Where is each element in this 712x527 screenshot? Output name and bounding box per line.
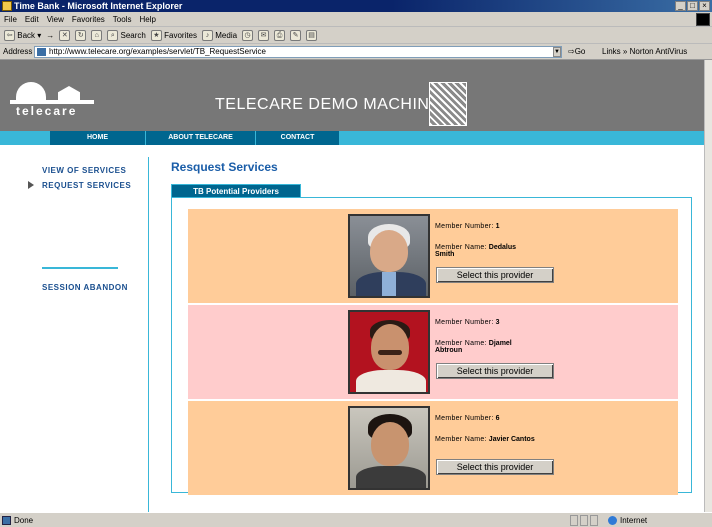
member-name: Dedalus [488, 244, 517, 251]
search-button[interactable]: ⌕ Search [107, 27, 146, 44]
sidebar-item-session-abandon[interactable]: SESSION ABANDON [42, 283, 128, 292]
status-pane [570, 515, 578, 526]
norton-antivirus-button[interactable]: Norton AntiVirus [630, 47, 688, 56]
nav-home[interactable]: HOME [50, 131, 146, 145]
mail-icon[interactable]: ✉ [258, 30, 270, 41]
site-title: TELECARE DEMO MACHINE [215, 96, 441, 113]
sidebar: VIEW OF SERVICES REQUEST SERVICES SESSIO… [0, 145, 149, 512]
current-item-arrow-icon [28, 181, 34, 189]
menu-help[interactable]: Help [139, 12, 155, 27]
provider-info: Member Number: 6 Member Name: Javier Can… [435, 415, 535, 443]
go-button[interactable]: ⇨Go [568, 44, 585, 60]
links-toolbar[interactable]: Links » Norton AntiVirus [602, 44, 687, 60]
maximize-button[interactable]: □ [687, 1, 698, 11]
favorites-button[interactable]: ★ Favorites [150, 27, 197, 44]
member-name-line2: Abtroun [435, 347, 463, 354]
provider-info: Member Number: 3 Member Name: Djamel Abtr… [435, 319, 512, 354]
member-name: Djamel [488, 340, 512, 347]
refresh-icon[interactable]: ↻ [75, 30, 87, 41]
standard-toolbar: ⇦ Back ▾ → ✕ ↻ ⌂ ⌕ Search ★ Favorites ♪ … [0, 27, 712, 44]
tab-potential-providers[interactable]: TB Potential Providers [171, 184, 301, 198]
sidebar-item-view-of-services[interactable]: VIEW OF SERVICES [42, 166, 126, 175]
internet-zone-icon [608, 516, 617, 525]
windows-logo-icon [696, 13, 710, 26]
logo-house-shape [58, 86, 80, 100]
provider-card: Member Number: 1 Member Name: Dedalus Smi… [188, 209, 678, 303]
provider-photo [348, 310, 430, 394]
window-title: Time Bank - Microsoft Internet Explorer [14, 1, 183, 11]
menu-bar: File Edit View Favorites Tools Help [0, 12, 712, 27]
telecare-logo[interactable]: telecare [10, 80, 106, 126]
address-url: http://www.telecare.org/examples/servlet… [49, 47, 266, 56]
site-nav: HOME ABOUT TELECARE CONTACT [0, 131, 704, 145]
window-controls: _ □ × [675, 1, 710, 11]
status-bar: Done Internet [0, 512, 712, 527]
nav-about-telecare[interactable]: ABOUT TELECARE [146, 131, 256, 145]
home-icon[interactable]: ⌂ [91, 30, 103, 41]
logo-cloud-shape [16, 82, 46, 100]
status-pane [590, 515, 598, 526]
select-provider-button[interactable]: Select this provider [436, 363, 554, 379]
status-panes [570, 515, 598, 526]
provider-photo [348, 406, 430, 490]
menu-tools[interactable]: Tools [113, 12, 132, 27]
nav-contact[interactable]: CONTACT [256, 131, 340, 145]
menu-favorites[interactable]: Favorites [72, 12, 105, 27]
stop-icon[interactable]: ✕ [59, 30, 71, 41]
minimize-button[interactable]: _ [675, 1, 686, 11]
sidebar-divider [42, 267, 118, 269]
address-bar: Address http://www.telecare.org/examples… [0, 44, 712, 60]
discuss-icon[interactable]: ▤ [306, 30, 318, 41]
print-icon[interactable]: ⎙ [274, 30, 286, 41]
search-icon: ⌕ [107, 30, 119, 42]
sidebar-item-request-services[interactable]: REQUEST SERVICES [42, 181, 131, 190]
page-title: Resquest Services [171, 160, 278, 174]
page-viewport: telecare TELECARE DEMO MACHINE HOME ABOU… [0, 60, 704, 512]
vertical-scrollbar[interactable] [704, 60, 712, 512]
page-icon [37, 48, 46, 56]
emblem-icon [429, 82, 467, 126]
favorites-icon: ★ [150, 30, 162, 42]
menu-file[interactable]: File [4, 12, 17, 27]
address-dropdown-icon[interactable]: ▼ [553, 47, 561, 57]
status-text: Done [14, 516, 34, 525]
member-number: 1 [495, 223, 500, 230]
back-arrow-icon: ⇦ [4, 30, 15, 42]
status-pane [580, 515, 588, 526]
sidebar-vertical-divider [148, 157, 149, 512]
select-provider-button[interactable]: Select this provider [436, 267, 554, 283]
window-title-bar: Time Bank - Microsoft Internet Explorer … [0, 0, 712, 12]
ie-app-icon [2, 1, 12, 11]
history-icon[interactable]: ◷ [242, 30, 254, 41]
site-header: telecare TELECARE DEMO MACHINE [0, 60, 704, 131]
providers-panel: Member Number: 1 Member Name: Dedalus Smi… [171, 197, 692, 495]
provider-info: Member Number: 1 Member Name: Dedalus Smi… [435, 223, 517, 258]
media-icon: ♪ [202, 30, 214, 42]
member-number: 3 [495, 319, 500, 326]
member-name: Javier Cantos [488, 436, 535, 443]
select-provider-button[interactable]: Select this provider [436, 459, 554, 475]
menu-view[interactable]: View [47, 12, 64, 27]
security-zone: Internet [620, 516, 648, 525]
provider-card: Member Number: 3 Member Name: Djamel Abtr… [188, 305, 678, 399]
provider-photo [348, 214, 430, 298]
edit-icon[interactable]: ✎ [290, 30, 302, 41]
close-button[interactable]: × [699, 1, 710, 11]
back-button[interactable]: ⇦ Back ▾ [4, 27, 41, 44]
provider-card: Member Number: 6 Member Name: Javier Can… [188, 401, 678, 495]
member-number: 6 [495, 415, 500, 422]
menu-edit[interactable]: Edit [25, 12, 39, 27]
logo-text: telecare [16, 104, 78, 118]
media-button[interactable]: ♪ Media [202, 27, 237, 44]
address-input[interactable]: http://www.telecare.org/examples/servlet… [34, 46, 562, 58]
forward-button[interactable]: → [46, 27, 54, 44]
member-name-line2: Smith [435, 251, 455, 258]
address-label: Address [3, 47, 33, 56]
page-done-icon [2, 516, 11, 525]
